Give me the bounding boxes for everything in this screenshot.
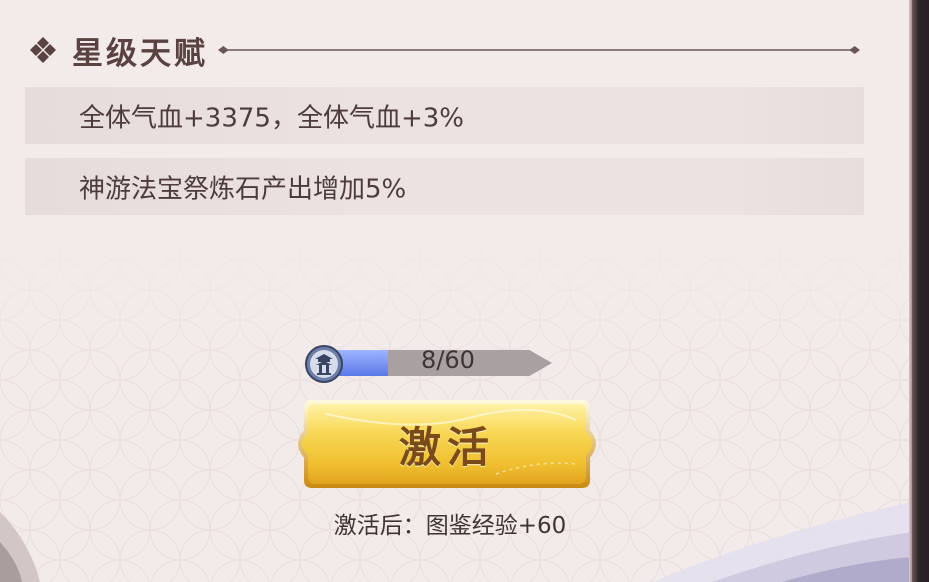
- progress-label: 8/60: [421, 346, 475, 374]
- activate-button[interactable]: 激活: [296, 394, 598, 494]
- star-talent-panel: 星级天赋 全体气血+3375，全体气血+3% 神游法宝祭炼石产出增加5% 8/6…: [0, 0, 929, 582]
- section-header: 星级天赋: [28, 28, 860, 72]
- corner-decoration-right: [652, 502, 912, 582]
- frame-border-right: [912, 0, 929, 582]
- pagoda-badge-icon: [305, 345, 343, 383]
- title-divider-line: [218, 46, 860, 54]
- talent-text: 全体气血+3375，全体气血+3%: [79, 103, 464, 133]
- talent-text: 神游法宝祭炼石产出增加5%: [79, 174, 407, 204]
- talent-row: 神游法宝祭炼石产出增加5%: [25, 158, 864, 215]
- section-title: 星级天赋: [72, 35, 208, 72]
- star-progress-bar: 8/60: [304, 344, 576, 383]
- activate-label: 激活: [398, 422, 495, 472]
- diamond-cluster-icon: [30, 37, 56, 63]
- corner-decoration-left: [0, 512, 40, 582]
- talent-row: 全体气血+3375，全体气血+3%: [25, 87, 864, 144]
- activation-reward-text: 激活后：图鉴经验+60: [333, 513, 567, 539]
